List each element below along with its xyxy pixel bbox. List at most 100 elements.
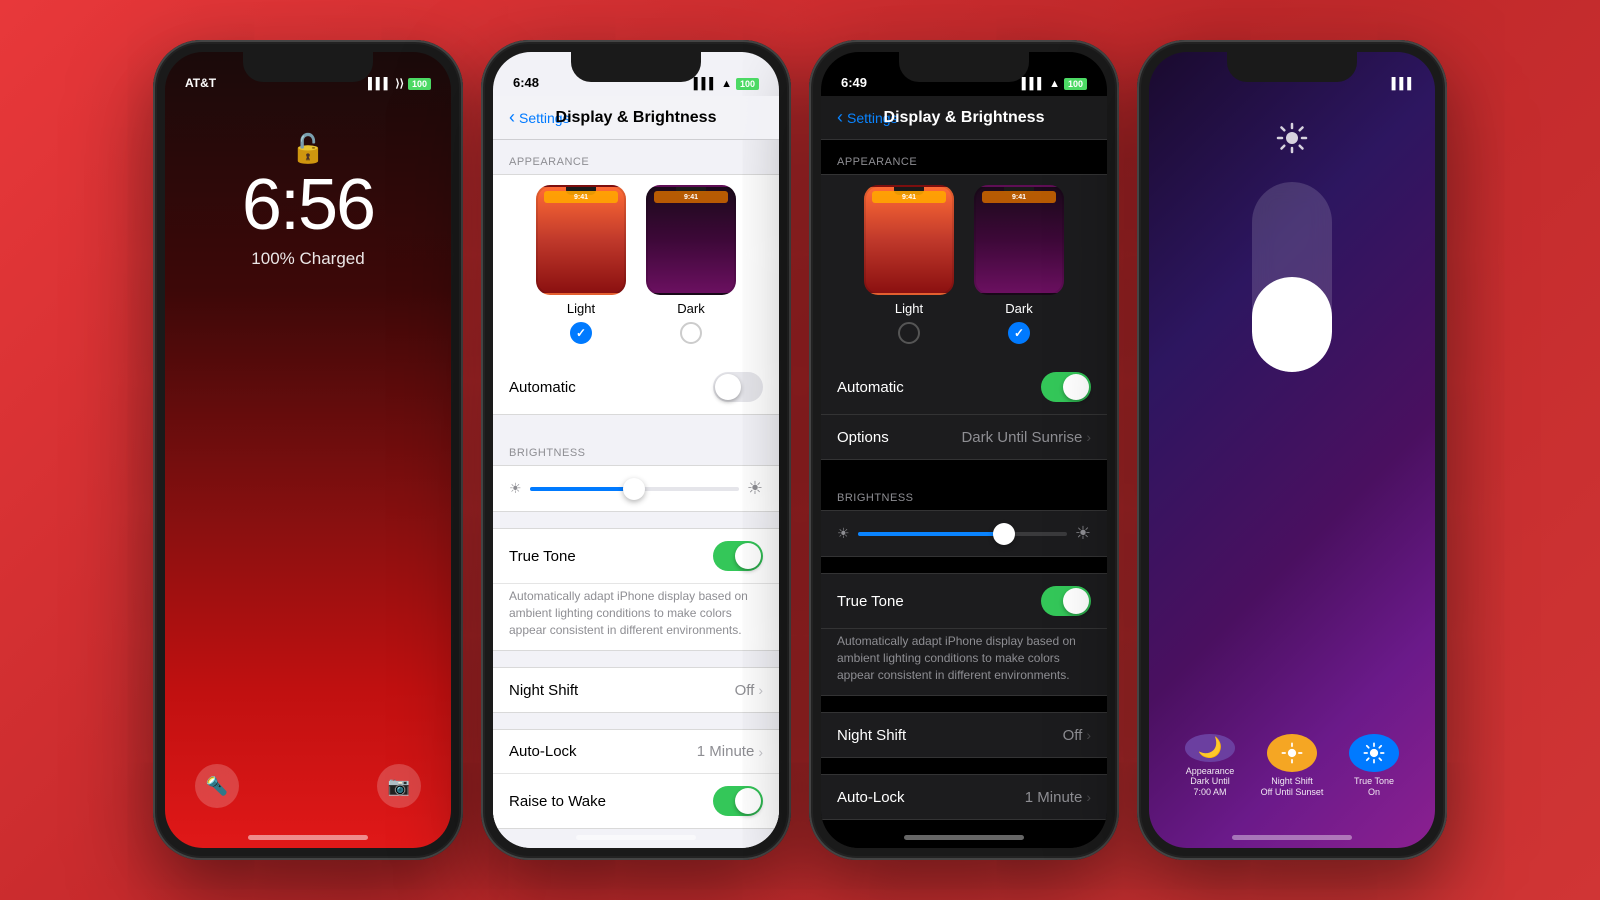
dark-option-3[interactable]: 9:41 Dark — [974, 185, 1064, 344]
night-shift-chevron-2: › — [758, 682, 763, 698]
night-shift-row-2[interactable]: Night Shift Off › — [493, 668, 779, 712]
time-3: 6:49 — [841, 75, 867, 90]
cc-appearance-icon: 🌙 — [1185, 734, 1235, 762]
raise-to-wake-row-2: Raise to Wake — [493, 774, 779, 828]
appearance-section-2: 9:41 Light 9:41 Dark — [493, 174, 779, 415]
cc-buttons: 🌙 Appearance Dark Until 7:00 AM — [1149, 734, 1435, 798]
dark-radio-2[interactable] — [680, 322, 702, 344]
true-tone-toggle-3[interactable] — [1041, 586, 1091, 616]
notch-4 — [1227, 52, 1357, 82]
automatic-label-3: Automatic — [837, 379, 1041, 396]
automatic-label-2: Automatic — [509, 379, 713, 396]
preview-status-light: 9:41 — [544, 191, 618, 203]
notch-2 — [571, 52, 701, 82]
settings-content-3: APPEARANCE 9:41 Light — [821, 140, 1107, 848]
brightness-low-icon-2: ☀ — [509, 480, 522, 497]
notch — [243, 52, 373, 82]
dark-preview-2: 9:41 — [646, 185, 736, 295]
night-shift-label-2: Night Shift — [509, 682, 735, 699]
nav-bar-2: ‹ Settings Display & Brightness — [493, 96, 779, 140]
back-chevron-2: ‹ — [509, 107, 515, 128]
brightness-header-3: BRIGHTNESS — [821, 476, 1107, 510]
cc-appearance-button[interactable]: 🌙 Appearance Dark Until 7:00 AM — [1178, 734, 1242, 798]
auto-lock-row-2[interactable]: Auto-Lock 1 Minute › — [493, 730, 779, 774]
cc-nightshift-label: Night Shift Off Until Sunset — [1261, 776, 1324, 798]
light-label-3: Light — [895, 301, 923, 316]
dark-radio-3[interactable] — [1008, 322, 1030, 344]
brightness-low-icon-3: ☀ — [837, 525, 850, 542]
home-indicator-4 — [1232, 835, 1352, 840]
time-2: 6:48 — [513, 75, 539, 90]
slider-fill-3 — [858, 532, 1005, 536]
wifi-icon-2: ▲ — [721, 78, 732, 90]
true-tone-row-3: True Tone — [821, 574, 1107, 629]
dark-label-2: Dark — [677, 301, 704, 316]
phone-3-screen: 6:49 ▌▌▌ ▲ 100 ‹ Settings Display & Brig… — [821, 52, 1107, 848]
night-shift-label-3: Night Shift — [837, 727, 1063, 744]
night-shift-section-3: Night Shift Off › — [821, 712, 1107, 758]
dark-option-2[interactable]: 9:41 Dark — [646, 185, 736, 344]
night-shift-chevron-3: › — [1086, 727, 1091, 743]
brightness-fill — [1252, 277, 1332, 372]
camera-button[interactable]: 📷 — [377, 764, 421, 808]
auto-lock-section-3: Auto-Lock 1 Minute › — [821, 774, 1107, 820]
phone-4-screen: ▌▌▌ — [1149, 52, 1435, 848]
slider-thumb-2 — [623, 478, 645, 500]
brightness-slider-2[interactable] — [530, 487, 739, 491]
auto-lock-chevron-2: › — [758, 744, 763, 760]
cc-nightshift-button[interactable]: Night Shift Off Until Sunset — [1260, 734, 1324, 798]
back-chevron-3: ‹ — [837, 107, 843, 128]
automatic-toggle-2[interactable] — [713, 372, 763, 402]
night-shift-section-2: Night Shift Off › — [493, 667, 779, 713]
flashlight-button[interactable]: 🔦 — [195, 764, 239, 808]
light-option-2[interactable]: 9:41 Light — [536, 185, 626, 344]
settings-screen-dark: ‹ Settings Display & Brightness APPEARAN… — [821, 52, 1107, 848]
settings-screen-light: ‹ Settings Display & Brightness APPEARAN… — [493, 52, 779, 848]
home-indicator-2 — [576, 835, 696, 840]
brightness-high-icon-2: ☀ — [747, 478, 763, 499]
control-center: 🌙 Appearance Dark Until 7:00 AM — [1149, 52, 1435, 848]
lock-icon: 🔓 — [291, 132, 326, 165]
true-tone-toggle-2[interactable] — [713, 541, 763, 571]
cc-truetone-label: True Tone On — [1354, 776, 1394, 798]
options-value-3: Dark Until Sunrise — [961, 429, 1082, 446]
automatic-toggle-3[interactable] — [1041, 372, 1091, 402]
lock-bottom-controls: 🔦 📷 — [165, 764, 451, 808]
light-preview-2: 9:41 — [536, 185, 626, 295]
cc-truetone-button[interactable]: True Tone On — [1342, 734, 1406, 798]
options-label-3: Options — [837, 429, 961, 446]
auto-lock-chevron-3: › — [1086, 789, 1091, 805]
options-row-3[interactable]: Options Dark Until Sunrise › — [821, 415, 1107, 459]
brightness-slider-3[interactable] — [858, 532, 1067, 536]
true-tone-label-2: True Tone — [509, 548, 713, 565]
camera-icon: 📷 — [388, 776, 410, 797]
true-tone-section-2: True Tone Automatically adapt iPhone dis… — [493, 528, 779, 651]
auto-lock-row-3[interactable]: Auto-Lock 1 Minute › — [821, 775, 1107, 819]
battery-icon-2: 100 — [736, 78, 759, 90]
wifi-icon: ⟩⟩ — [395, 77, 404, 90]
true-tone-label-3: True Tone — [837, 593, 1041, 610]
brightness-pill[interactable] — [1252, 182, 1332, 372]
light-option-3[interactable]: 9:41 Light — [864, 185, 954, 344]
light-label-2: Light — [567, 301, 595, 316]
brightness-row-2: ☀ ☀ — [493, 466, 779, 511]
phone-1-frame: AT&T ▌▌▌ ⟩⟩ 100 🔓 6:56 100% Charged 🔦 📷 — [153, 40, 463, 860]
light-radio-2[interactable] — [570, 322, 592, 344]
raise-to-wake-label-2: Raise to Wake — [509, 793, 713, 810]
sun-icon — [1276, 122, 1308, 162]
dark-preview-3: 9:41 — [974, 185, 1064, 295]
night-shift-row-3[interactable]: Night Shift Off › — [821, 713, 1107, 757]
light-radio-3[interactable] — [898, 322, 920, 344]
raise-to-wake-toggle-2[interactable] — [713, 786, 763, 816]
carrier-label: AT&T — [185, 76, 216, 90]
true-tone-description-3: Automatically adapt iPhone display based… — [821, 629, 1107, 695]
status-icons: ▌▌▌ ⟩⟩ 100 — [368, 77, 431, 90]
status-icons-4: ▌▌▌ — [1392, 78, 1415, 90]
notch-3 — [899, 52, 1029, 82]
appearance-options-2: 9:41 Light 9:41 Dark — [493, 175, 779, 360]
nav-title-2: Display & Brightness — [556, 109, 717, 127]
true-tone-row-2: True Tone — [493, 529, 779, 584]
dark-label-3: Dark — [1005, 301, 1032, 316]
brightness-header-2: BRIGHTNESS — [493, 431, 779, 465]
cc-appearance-label: Appearance Dark Until 7:00 AM — [1186, 766, 1235, 798]
